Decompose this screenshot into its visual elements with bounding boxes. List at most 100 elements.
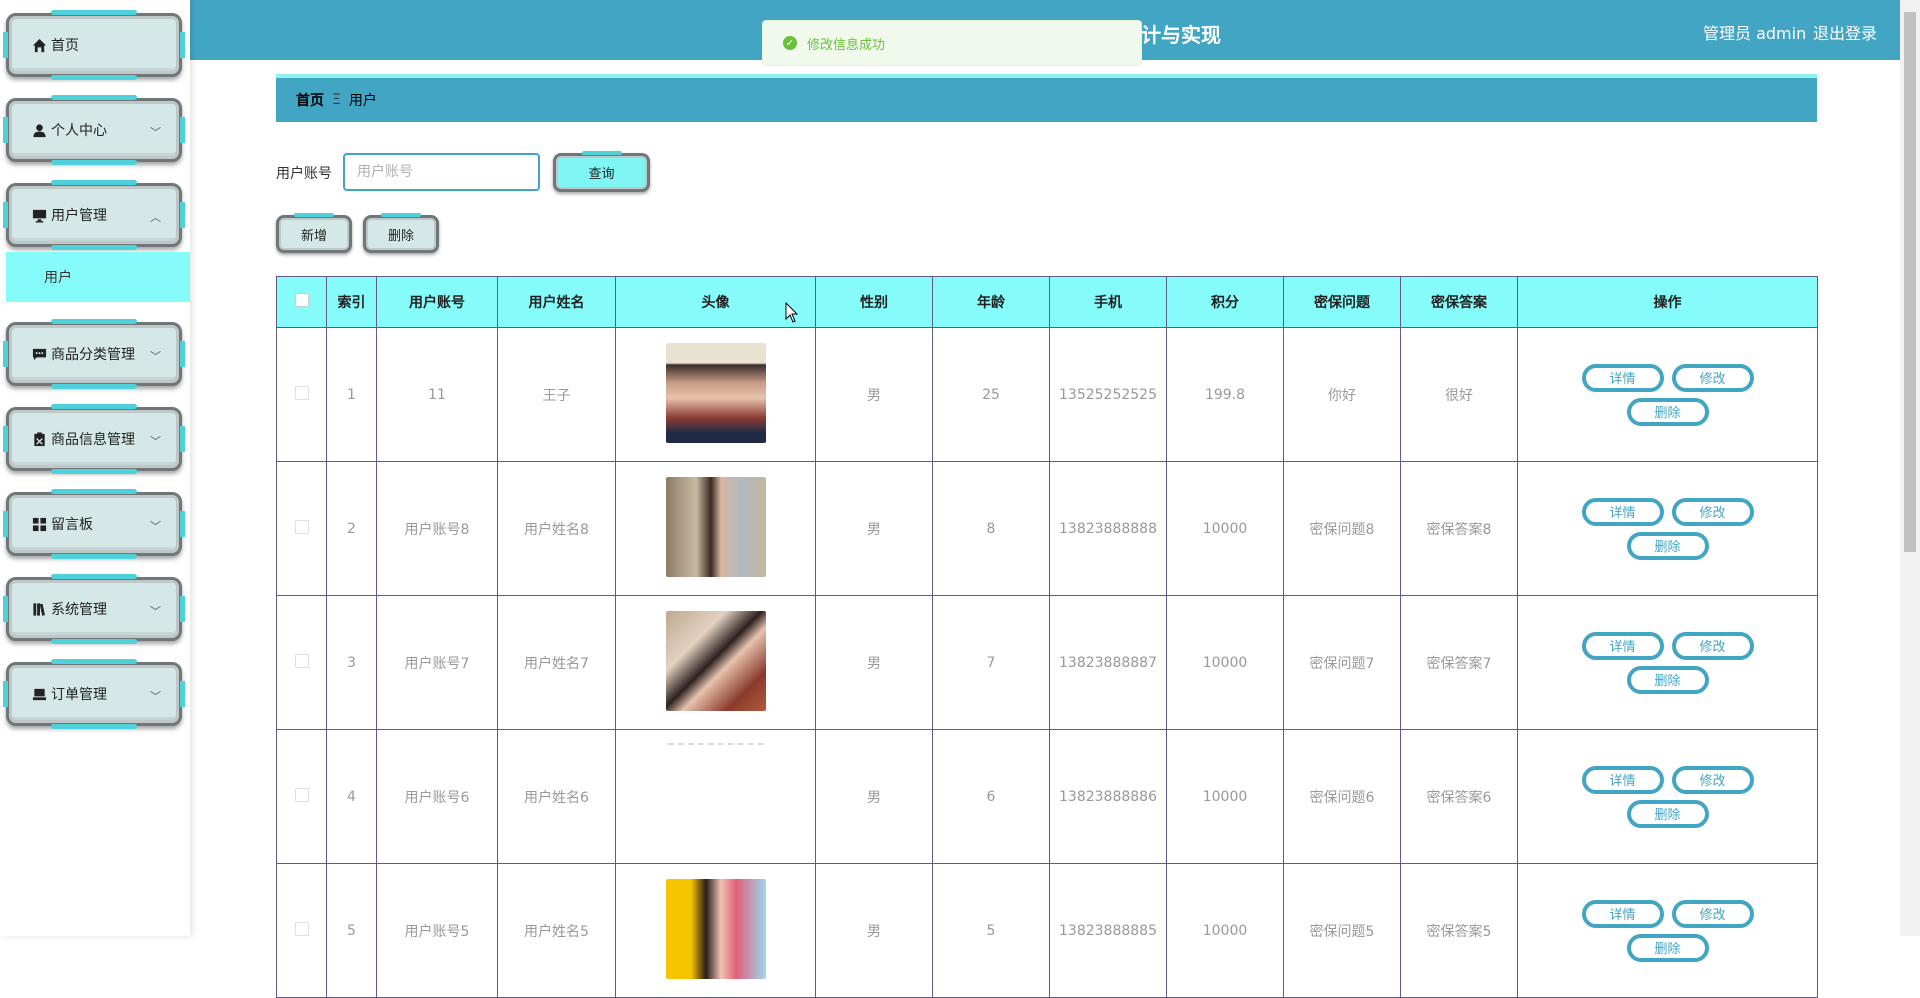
cell-age: 25 [932,327,1050,462]
breadcrumb-home[interactable]: 首页 [296,90,324,110]
cell-account: 用户账号8 [376,461,498,596]
sidebar-item-product-management[interactable]: 商品信息管理 ﹀ [3,407,185,471]
row-delete-button[interactable]: 删除 [1626,933,1709,962]
column-header: 积分 [1166,276,1284,328]
sidebar-item-system-management[interactable]: 系统管理 ﹀ [3,577,185,641]
edit-button[interactable]: 修改 [1671,899,1754,928]
chevron-down-icon: ﹀ [150,520,161,533]
row-checkbox[interactable] [294,787,309,802]
search-input[interactable] [343,153,540,191]
cell-account: 11 [376,327,498,462]
sidebar-item-user-management[interactable]: 用户管理 ︿ [3,183,185,247]
logout-link[interactable]: 退出登录 [1813,20,1877,44]
avatar [665,610,766,711]
cell-answer: 密保答案8 [1400,461,1518,596]
detail-button[interactable]: 详情 [1581,631,1664,660]
sidebar-item-home[interactable]: 首页 [3,13,185,77]
search-label: 用户账号 [276,166,332,182]
cell-name: 用户姓名5 [497,863,616,998]
edit-button[interactable]: 修改 [1671,765,1754,794]
sidebar-item-category-management[interactable]: 商品分类管理 ﹀ [3,322,185,386]
breadcrumb-current: 用户 [348,93,377,109]
user-icon [31,122,47,138]
cell-gender: 男 [815,327,933,462]
sidebar-item-label: 首页 [51,38,79,54]
row-checkbox[interactable] [294,385,309,400]
success-toast: ✓ 修改信息成功 [762,20,1142,66]
avatar [665,342,766,443]
home-icon [31,37,47,53]
query-button[interactable]: 查询 [553,153,650,192]
sidebar-item-order-management[interactable]: 订单管理 ﹀ [3,662,185,726]
column-header: 手机 [1049,276,1167,328]
cell-answer: 密保答案5 [1400,863,1518,998]
submenu-item-users[interactable]: 用户 [6,252,190,302]
chevron-down-icon: ﹀ [150,605,161,618]
chevron-down-icon: ﹀ [150,435,161,448]
cell-points: 10000 [1166,863,1284,998]
sidebar-item-label: 个人中心 [51,123,107,139]
cell-age: 7 [932,595,1050,730]
column-header: 性别 [815,276,933,328]
detail-button[interactable]: 详情 [1581,899,1664,928]
sidebar-item-message-board[interactable]: 留言板 ﹀ [3,492,185,556]
row-checkbox[interactable] [294,653,309,668]
cell-name: 用户姓名6 [497,729,616,864]
breadcrumb-separator: Ξ [332,92,341,108]
row-delete-button[interactable]: 删除 [1626,665,1709,694]
cell-points: 10000 [1166,461,1284,596]
avatar [665,476,766,577]
sidebar: 首页 个人中心 ﹀ 用户管理 ︿ 用户 商品分类管理 ﹀ 商品信息管理 ﹀ 留言… [0,0,190,936]
cell-points: 10000 [1166,595,1284,730]
cell-age: 8 [932,461,1050,596]
cell-question: 密保问题5 [1283,863,1401,998]
column-header: 索引 [326,276,377,328]
toast-message: 修改信息成功 [807,37,886,53]
table-row: 4 用户账号6 用户姓名6 男 6 13823888886 10000 密保问题… [276,729,1818,864]
add-button[interactable]: 新增 [276,215,352,253]
column-header: 操作 [1517,276,1818,328]
delete-button-label: 删除 [387,228,414,244]
sidebar-item-label: 商品分类管理 [51,347,135,363]
row-delete-button[interactable]: 删除 [1626,397,1709,426]
row-checkbox[interactable] [294,921,309,936]
edit-button[interactable]: 修改 [1671,363,1754,392]
cell-answer: 密保答案7 [1400,595,1518,730]
chevron-down-icon: ﹀ [150,690,161,703]
laptop-icon [31,686,47,702]
cell-age: 6 [932,729,1050,864]
sidebar-item-personal-center[interactable]: 个人中心 ﹀ [3,98,185,162]
select-all-checkbox[interactable] [294,293,309,307]
edit-button[interactable]: 修改 [1671,631,1754,660]
detail-button[interactable]: 详情 [1581,765,1664,794]
row-delete-button[interactable]: 删除 [1626,799,1709,828]
chevron-down-icon: ﹀ [150,350,161,363]
cell-age: 5 [932,863,1050,998]
edit-button[interactable]: 修改 [1671,497,1754,526]
chat-icon [31,346,47,362]
row-checkbox[interactable] [294,519,309,534]
cell-gender: 男 [815,461,933,596]
cell-points: 10000 [1166,729,1284,864]
avatar [665,878,766,979]
cell-question: 密保问题7 [1283,595,1401,730]
cell-name: 王子 [497,327,616,462]
app-title: 计与实现 [1141,23,1221,47]
table-row: 3 用户账号7 用户姓名7 男 7 13823888887 10000 密保问题… [276,595,1818,730]
detail-button[interactable]: 详情 [1581,497,1664,526]
table-header-row: 索引 用户账号 用户姓名 头像 性别 年龄 手机 积分 密保问题 密保答案 操作 [276,276,1818,328]
delete-button[interactable]: 删除 [363,215,439,253]
detail-button[interactable]: 详情 [1581,363,1664,392]
cell-index: 4 [326,729,377,864]
scrollbar[interactable] [1900,0,1920,936]
select-all-cell[interactable] [276,276,327,328]
cell-question: 密保问题6 [1283,729,1401,864]
column-header: 密保答案 [1400,276,1518,328]
add-button-label: 新增 [300,228,327,244]
scrollbar-thumb[interactable] [1904,12,1916,552]
row-delete-button[interactable]: 删除 [1626,531,1709,560]
table-row: 5 用户账号5 用户姓名5 男 5 13823888885 10000 密保问题… [276,863,1818,998]
chevron-down-icon: ﹀ [150,126,161,139]
cell-gender: 男 [815,595,933,730]
sidebar-item-label: 订单管理 [51,687,107,703]
